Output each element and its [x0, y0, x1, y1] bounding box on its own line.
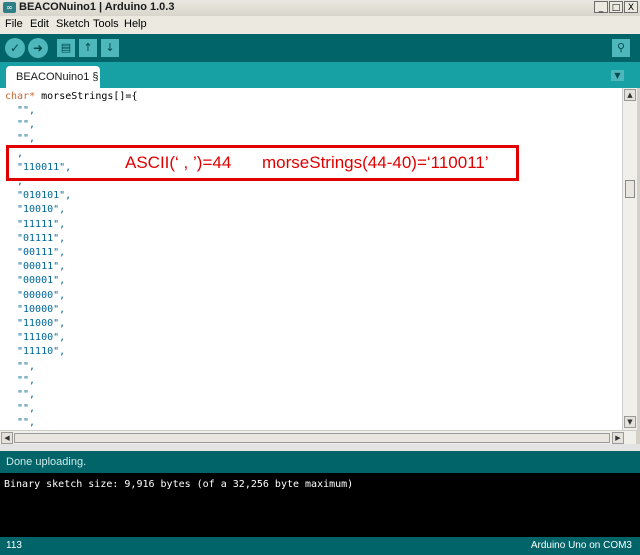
scroll-down-icon[interactable]: ▼	[624, 416, 636, 428]
pane-divider[interactable]	[0, 444, 640, 451]
tab-menu-button[interactable]: ▼	[611, 70, 624, 81]
code-string: "",	[17, 374, 36, 386]
code-string: "00111",	[17, 247, 66, 258]
board-port-label: Arduino Uno on COM3	[530, 540, 632, 551]
code-line: "11100",	[17, 331, 65, 345]
code-string: "",	[17, 389, 36, 400]
code-string: "11110",	[17, 346, 66, 358]
toolbar: ✓ ➜ ▤ ↑ ↓ ⚲	[0, 34, 640, 62]
code-line: "10010",	[17, 203, 65, 217]
code-string: "10010",	[17, 204, 66, 216]
scroll-left-icon[interactable]: ◀	[1, 432, 13, 444]
menu-edit[interactable]: Edit	[30, 18, 49, 30]
line-number: 113	[6, 540, 22, 551]
code-string: "00000",	[17, 289, 66, 301]
code-line: "",	[17, 388, 35, 402]
code-line: "",	[17, 416, 35, 430]
code-declaration-rest: morseStrings[]={	[35, 91, 138, 102]
upload-button[interactable]: ➜	[28, 38, 48, 58]
annotation-ascii-text: ASCII(‘ , ’)=44	[125, 153, 232, 172]
code-line: "11000",	[17, 317, 65, 331]
code-line: "11110",	[17, 345, 65, 359]
status-bar: Done uploading.	[0, 451, 640, 473]
code-string: "00011",	[17, 261, 66, 273]
code-string: "",	[17, 417, 36, 429]
code-string: "10000",	[17, 303, 66, 315]
code-line: "00011",	[17, 260, 65, 274]
code-string: "",	[17, 403, 36, 415]
code-line: "00001",	[17, 274, 65, 288]
title-bar: ∞ BEACONuino1 | Arduino 1.0.3 _ □ X	[0, 0, 640, 17]
code-line: "00000",	[17, 289, 65, 303]
console-output[interactable]: Binary sketch size: 9,916 bytes (of a 32…	[0, 473, 640, 537]
menu-tools[interactable]: Tools	[93, 18, 119, 30]
code-line: "",	[17, 360, 35, 374]
scroll-right-icon[interactable]: ▶	[612, 432, 624, 444]
vertical-scroll-thumb[interactable]	[625, 180, 635, 198]
maximize-button[interactable]: □	[609, 1, 623, 13]
verify-button[interactable]: ✓	[5, 38, 25, 58]
code-line: "010101",	[17, 189, 71, 203]
menu-sketch[interactable]: Sketch	[56, 18, 90, 30]
code-string: "11111",	[17, 218, 66, 230]
code-line: "10000",	[17, 303, 65, 317]
code-line: "",	[17, 118, 35, 132]
tab-bar: BEACONuino1 § ▼	[0, 62, 640, 88]
arduino-infinity-icon: ∞	[3, 2, 16, 13]
minimize-button[interactable]: _	[594, 1, 608, 13]
code-line-declaration: char* morseStrings[]={	[5, 90, 137, 104]
console-text: Binary sketch size: 9,916 bytes (of a 32…	[4, 479, 354, 490]
code-line: "",	[17, 104, 35, 118]
horizontal-scroll-thumb[interactable]	[14, 433, 610, 443]
code-string: "",	[17, 105, 36, 116]
code-string: "",	[17, 360, 36, 372]
code-string: "11100",	[17, 332, 66, 344]
open-sketch-button[interactable]: ↑	[79, 39, 97, 57]
code-string: "11000",	[17, 318, 66, 329]
footer-bar: 113 Arduino Uno on COM3	[0, 537, 640, 555]
menu-help[interactable]: Help	[124, 18, 147, 30]
code-string: "010101",	[17, 190, 72, 202]
code-keyword: char*	[5, 91, 36, 102]
code-line: "",	[17, 402, 35, 416]
tab-label: BEACONuino1 §	[16, 71, 99, 83]
horizontal-scrollbar[interactable]: ◀ ▶	[0, 430, 636, 445]
serial-monitor-button[interactable]: ⚲	[612, 39, 630, 57]
code-line: "",	[17, 374, 35, 388]
code-editor[interactable]: char* morseStrings[]={ "", "", "",, "110011…	[0, 88, 622, 430]
code-string: "",	[17, 133, 36, 145]
menu-file[interactable]: File	[5, 18, 23, 30]
vertical-scrollbar[interactable]: ▲ ▼	[622, 88, 637, 430]
annotation-morse-text: morseStrings(44-40)=‘110011’	[262, 153, 489, 172]
scroll-up-icon[interactable]: ▲	[624, 89, 636, 101]
close-button[interactable]: X	[624, 1, 638, 13]
code-line: "11111",	[17, 218, 65, 232]
new-sketch-button[interactable]: ▤	[57, 39, 75, 57]
code-line: "01111",	[17, 232, 65, 246]
code-string: "01111",	[17, 232, 66, 244]
window-title: BEACONuino1 | Arduino 1.0.3	[19, 1, 175, 13]
tab-beaconuino1[interactable]: BEACONuino1 §	[6, 66, 100, 88]
code-string: "00001",	[17, 275, 66, 287]
code-line: "00111",	[17, 246, 65, 260]
code-string: "",	[17, 119, 36, 131]
menu-bar: File Edit Sketch Tools Help	[0, 16, 640, 35]
status-message: Done uploading.	[6, 456, 87, 468]
save-sketch-button[interactable]: ↓	[101, 39, 119, 57]
